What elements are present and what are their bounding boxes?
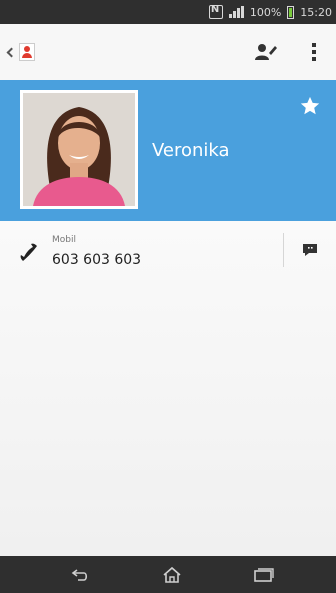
contacts-app-icon (19, 43, 35, 61)
nav-home-button[interactable] (148, 559, 196, 591)
call-button[interactable]: Mobil 603 603 603 (0, 221, 280, 279)
back-icon (6, 47, 17, 57)
contact-header: Veronika (0, 80, 336, 221)
send-message-button[interactable] (290, 233, 330, 267)
navigation-bar (0, 556, 336, 593)
clock: 15:20 (300, 5, 332, 19)
status-bar: 100% 15:20 (0, 0, 336, 24)
up-button[interactable] (6, 36, 46, 68)
action-bar (0, 24, 336, 80)
divider (283, 233, 284, 267)
phone-number: 603 603 603 (52, 252, 142, 268)
contact-photo[interactable] (20, 90, 138, 209)
phone-type-label: Mobil (52, 235, 76, 245)
contact-name: Veronika (152, 140, 230, 161)
nfc-icon (208, 4, 223, 19)
home-icon (163, 566, 181, 583)
phone-row: Mobil 603 603 603 (0, 221, 336, 279)
contact-details: Mobil 603 603 603 (0, 221, 336, 556)
phone-icon (20, 243, 37, 261)
overflow-menu-button[interactable] (298, 36, 330, 68)
contact-photo-image (23, 93, 135, 206)
battery-icon (287, 5, 295, 19)
back-icon (71, 569, 88, 581)
favorite-button[interactable] (296, 92, 324, 120)
nav-recents-button[interactable] (240, 559, 288, 591)
edit-contact-icon (255, 44, 277, 60)
nav-back-button[interactable] (56, 559, 104, 591)
star-icon (300, 96, 320, 115)
signal-icon (228, 6, 244, 18)
recents-icon (254, 568, 274, 582)
message-icon (303, 244, 317, 256)
overflow-menu-icon (312, 43, 316, 61)
battery-percent: 100% (249, 5, 282, 19)
edit-contact-button[interactable] (250, 36, 282, 68)
